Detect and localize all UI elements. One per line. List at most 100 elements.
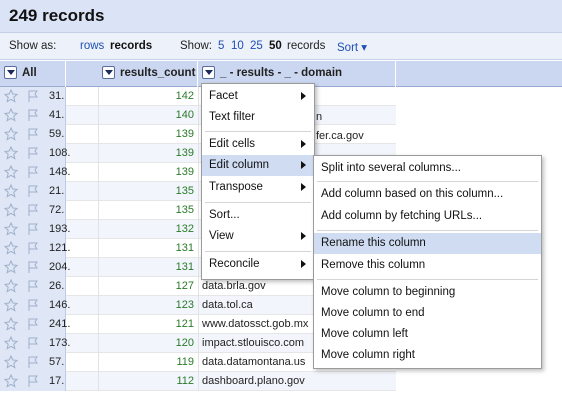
domain-cell[interactable]: data.tol.ca (202, 299, 253, 311)
star-icon[interactable] (3, 259, 19, 274)
row-gutter: 72. (0, 201, 66, 220)
star-icon[interactable] (3, 335, 19, 350)
flag-icon[interactable] (26, 222, 40, 236)
submenu-arrow-icon (301, 232, 306, 240)
star-icon[interactable] (3, 240, 19, 255)
column-divider (198, 239, 199, 258)
submenu-item-split-columns[interactable]: Split into several columns... (314, 158, 541, 179)
column-divider (98, 182, 99, 201)
table-row: 31. 142 (0, 87, 396, 106)
results-count-column-header[interactable]: results_count (98, 61, 198, 87)
menu-item-transpose[interactable]: Transpose (202, 177, 314, 198)
star-icon[interactable] (3, 126, 19, 141)
row-gutter: 108. (0, 144, 70, 163)
star-icon[interactable] (3, 278, 19, 293)
star-icon[interactable] (3, 145, 19, 160)
flag-icon[interactable] (26, 241, 40, 255)
star-icon[interactable] (3, 88, 19, 103)
flag-icon[interactable] (26, 317, 40, 331)
flag-icon[interactable] (26, 184, 40, 198)
results-count-cell[interactable]: 140 (176, 109, 194, 121)
submenu-item-add-column-based[interactable]: Add column based on this column... (314, 184, 541, 205)
menu-separator (317, 181, 538, 182)
row-gutter: 59. (0, 125, 66, 144)
results-count-cell[interactable]: 139 (176, 147, 194, 159)
domain-cell[interactable]: www.datossct.gob.mx (202, 318, 308, 330)
results-count-cell[interactable]: 135 (176, 204, 194, 216)
star-icon[interactable] (3, 107, 19, 122)
star-icon[interactable] (3, 297, 19, 312)
flag-icon[interactable] (26, 146, 40, 160)
menu-item-reconcile[interactable]: Reconcile (202, 254, 314, 275)
results-count-cell[interactable]: 139 (176, 166, 194, 178)
submenu-item-remove-column[interactable]: Remove this column (314, 255, 541, 276)
domain-cell[interactable]: impact.stlouisco.com (202, 337, 304, 349)
row-number: 193. (49, 223, 71, 235)
domain-cell[interactable]: dashboard.plano.gov (202, 375, 305, 387)
flag-icon[interactable] (26, 108, 40, 122)
menu-item-sort[interactable]: Sort... (202, 205, 314, 226)
flag-icon[interactable] (26, 298, 40, 312)
chevron-down-icon[interactable] (4, 66, 17, 79)
flag-icon[interactable] (26, 374, 40, 388)
submenu-item-add-column-fetch-urls[interactable]: Add column by fetching URLs... (314, 206, 541, 227)
menu-item-label: Text filter (209, 111, 256, 123)
show-as-rows-link[interactable]: rows (80, 40, 104, 52)
menu-item-edit-cells[interactable]: Edit cells (202, 134, 314, 155)
domain-cell[interactable]: data.datamontana.us (202, 356, 305, 368)
results-count-cell[interactable]: 131 (176, 261, 194, 273)
results-count-cell[interactable]: 142 (176, 90, 194, 102)
column-divider (98, 201, 99, 220)
flag-icon[interactable] (26, 355, 40, 369)
menu-item-label: Move column to end (321, 307, 425, 319)
menu-item-edit-column[interactable]: Edit column (202, 155, 314, 176)
domain-cell[interactable]: data.brla.gov (202, 280, 266, 292)
results-count-cell[interactable]: 135 (176, 185, 194, 197)
chevron-down-icon[interactable] (102, 66, 115, 79)
page-size-10-link[interactable]: 10 (231, 40, 244, 52)
submenu-item-move-to-beginning[interactable]: Move column to beginning (314, 282, 541, 303)
page-size-25-link[interactable]: 25 (250, 40, 263, 52)
results-count-cell[interactable]: 123 (176, 299, 194, 311)
menu-item-facet[interactable]: Facet (202, 86, 314, 107)
flag-icon[interactable] (26, 260, 40, 274)
flag-icon[interactable] (26, 203, 40, 217)
results-count-cell[interactable]: 120 (176, 337, 194, 349)
results-count-cell[interactable]: 121 (176, 318, 194, 330)
star-icon[interactable] (3, 164, 19, 179)
menu-item-text-filter[interactable]: Text filter (202, 107, 314, 128)
flag-icon[interactable] (26, 89, 40, 103)
submenu-item-move-right[interactable]: Move column right (314, 345, 541, 366)
flag-icon[interactable] (26, 279, 40, 293)
flag-icon[interactable] (26, 336, 40, 350)
star-icon[interactable] (3, 202, 19, 217)
row-number: 108. (49, 147, 71, 159)
results-count-cell[interactable]: 139 (176, 128, 194, 140)
star-icon[interactable] (3, 221, 19, 236)
submenu-item-move-left[interactable]: Move column left (314, 324, 541, 345)
menu-item-label: Rename this column (321, 237, 426, 249)
results-count-cell[interactable]: 131 (176, 242, 194, 254)
all-column-header[interactable]: All (0, 61, 66, 87)
sort-dropdown-link[interactable]: Sort ▾ (337, 40, 367, 54)
chevron-down-icon[interactable] (202, 66, 215, 79)
row-gutter: 146. (0, 296, 70, 315)
results-count-cell[interactable]: 132 (176, 223, 194, 235)
column-context-menu: Facet Text filter Edit cells Edit column… (201, 83, 315, 280)
menu-separator (205, 202, 311, 203)
record-count-title: 249 records (9, 6, 105, 25)
results-count-cell[interactable]: 112 (176, 375, 194, 387)
menu-item-view[interactable]: View (202, 226, 314, 247)
star-icon[interactable] (3, 354, 19, 369)
column-divider (98, 258, 99, 277)
submenu-item-move-to-end[interactable]: Move column to end (314, 303, 541, 324)
submenu-item-rename-column[interactable]: Rename this column (314, 233, 541, 254)
star-icon[interactable] (3, 373, 19, 388)
results-count-cell[interactable]: 127 (176, 280, 194, 292)
star-icon[interactable] (3, 183, 19, 198)
flag-icon[interactable] (26, 127, 40, 141)
star-icon[interactable] (3, 316, 19, 331)
page-size-5-link[interactable]: 5 (218, 40, 224, 52)
results-count-cell[interactable]: 119 (176, 356, 194, 368)
flag-icon[interactable] (26, 165, 40, 179)
